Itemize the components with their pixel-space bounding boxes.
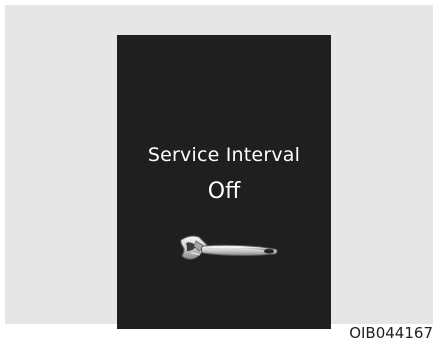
image-caption: OIB044167	[349, 324, 433, 342]
service-interval-status: Off	[207, 179, 241, 204]
service-interval-title: Service Interval	[147, 144, 301, 166]
cluster-display: Service Interval Off	[117, 35, 331, 329]
wrench-icon	[180, 235, 278, 260]
image-frame: Service Interval Off	[5, 5, 433, 329]
